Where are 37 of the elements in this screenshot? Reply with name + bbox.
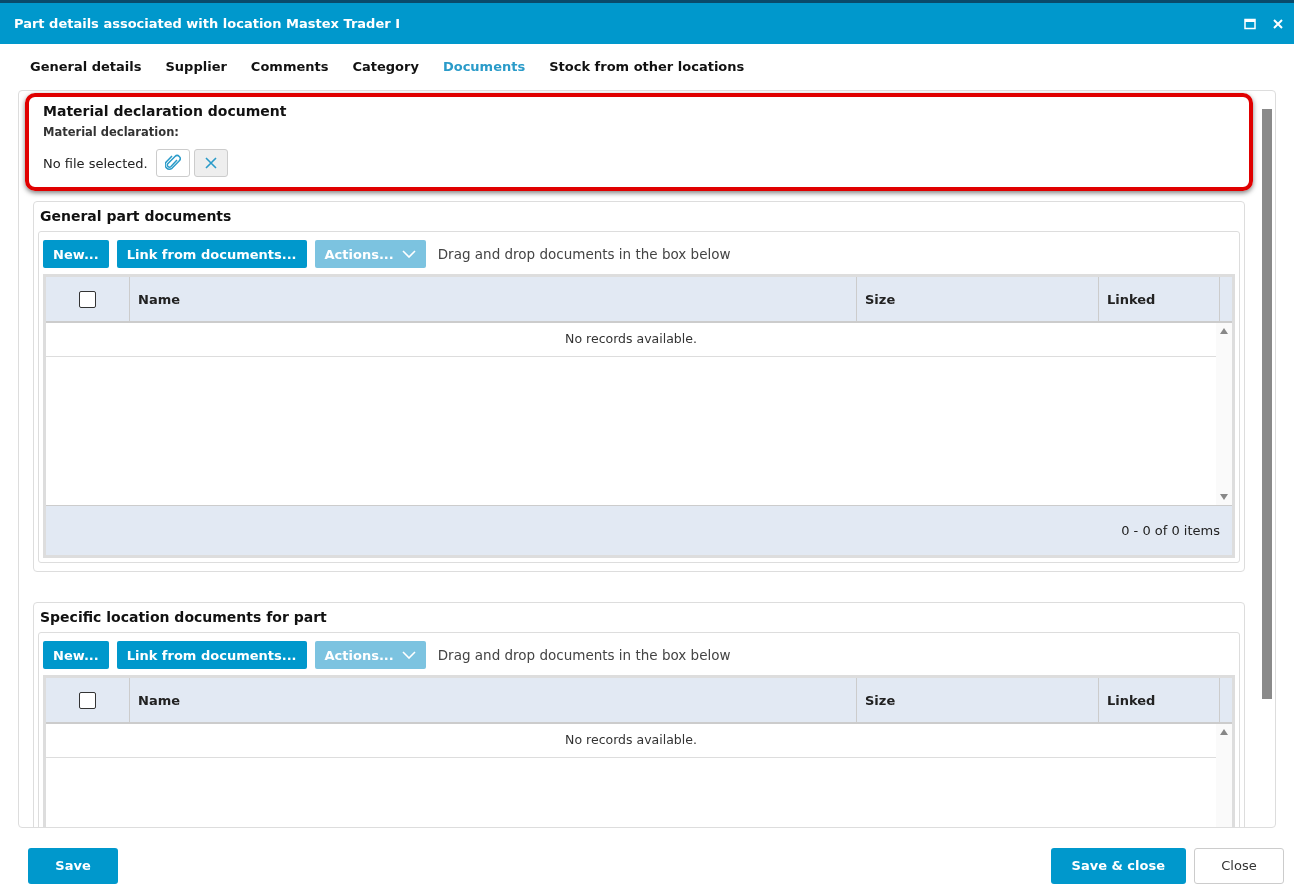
empty-message: No records available. <box>46 323 1216 358</box>
field-label: Material declaration: <box>43 124 180 141</box>
maximize-icon[interactable] <box>1244 17 1256 30</box>
chevron-down-icon <box>401 651 416 660</box>
column-header[interactable]: Size <box>865 289 896 309</box>
tab[interactable]: Category <box>352 57 419 77</box>
scrollbar-thumb[interactable] <box>1262 109 1272 699</box>
select-all-checkbox[interactable] <box>79 691 96 709</box>
paperclip-icon <box>164 154 181 173</box>
chevron-down-icon <box>401 250 416 259</box>
column-header[interactable]: Name <box>138 690 180 710</box>
file-status: No file selected. <box>43 154 148 173</box>
tab[interactable]: General details <box>30 57 142 77</box>
drop-hint: Drag and drop documents in the box below <box>437 646 731 666</box>
close-icon[interactable] <box>1272 17 1284 30</box>
section-title: Specific location documents for part <box>39 608 328 628</box>
empty-message: No records available. <box>46 724 1216 759</box>
drop-hint: Drag and drop documents in the box below <box>437 245 731 265</box>
column-header[interactable]: Name <box>138 289 180 309</box>
scroll-down-icon[interactable] <box>1219 493 1229 502</box>
column-header[interactable]: Size <box>865 690 896 710</box>
tab[interactable]: Supplier <box>165 57 227 77</box>
column-header[interactable]: Linked <box>1107 690 1156 710</box>
tab[interactable]: Comments <box>250 57 329 77</box>
pager-info: 0 - 0 of 0 items <box>1121 522 1220 540</box>
close-icon <box>204 157 217 170</box>
column-header[interactable]: Linked <box>1107 289 1156 309</box>
window-title: Part details associated with location Mastex Trader I <box>14 14 401 33</box>
tab[interactable]: Stock from other locations <box>549 57 745 77</box>
clear-file-button[interactable] <box>193 149 228 178</box>
scroll-up-icon[interactable] <box>1219 728 1229 737</box>
section-title: General part documents <box>39 207 233 227</box>
select-all-checkbox[interactable] <box>79 290 96 308</box>
section-title: Material declaration document <box>43 102 288 121</box>
attach-button[interactable] <box>155 149 190 178</box>
scroll-up-icon[interactable] <box>1219 327 1229 336</box>
footer-button[interactable]: Close <box>1194 848 1284 884</box>
